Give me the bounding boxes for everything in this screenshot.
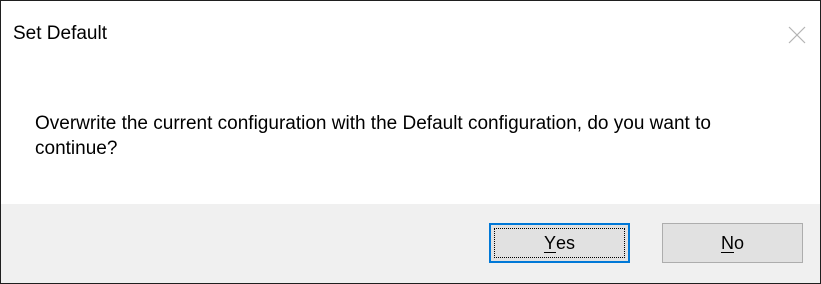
no-button-label: No — [721, 233, 744, 254]
yes-button-label: Yes — [544, 233, 575, 254]
no-button[interactable]: No — [662, 223, 803, 263]
yes-button[interactable]: Yes — [489, 223, 630, 263]
set-default-dialog: Set Default Overwrite the current config… — [0, 0, 821, 284]
message-area: Overwrite the current configuration with… — [1, 61, 820, 204]
dialog-message: Overwrite the current configuration with… — [35, 113, 711, 159]
window-title: Set Default — [13, 23, 107, 44]
yes-label-rest: es — [556, 232, 576, 253]
button-bar: Yes No — [1, 204, 820, 283]
close-icon — [788, 26, 806, 44]
yes-mnemonic: Y — [543, 232, 556, 253]
close-button[interactable] — [774, 13, 820, 57]
no-mnemonic: N — [720, 232, 734, 253]
no-label-rest: o — [733, 232, 744, 253]
title-bar: Set Default — [1, 1, 820, 61]
